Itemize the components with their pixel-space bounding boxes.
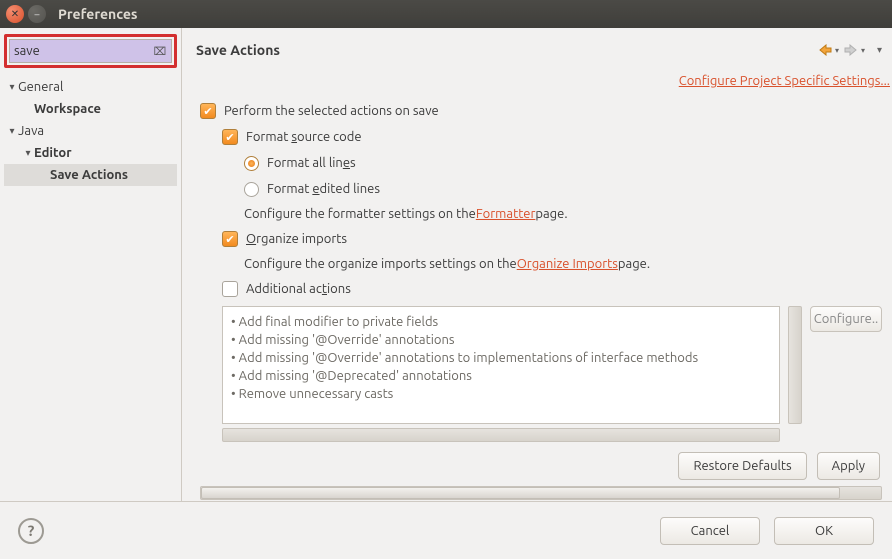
- filter-input[interactable]: [9, 39, 172, 63]
- tree-item-save-actions[interactable]: Save Actions: [4, 164, 177, 186]
- additional-actions-checkbox-row[interactable]: Additional actions: [200, 276, 882, 302]
- search-highlight-box: ⌧: [4, 34, 177, 68]
- ok-button[interactable]: OK: [774, 517, 874, 545]
- organize-hint: Configure the organize imports settings …: [200, 252, 882, 276]
- radio-checked-icon[interactable]: [244, 156, 259, 171]
- window-titlebar: ✕ – Preferences: [0, 0, 892, 28]
- formatter-link[interactable]: Formatter: [476, 207, 536, 221]
- search-container: ⌧: [9, 39, 172, 63]
- organize-imports-label: Organize imports: [246, 232, 347, 246]
- format-edited-lines-label: Format edited lines: [267, 182, 380, 196]
- tree-item-general[interactable]: ▾ General: [4, 76, 177, 98]
- view-menu-icon[interactable]: ▾: [877, 44, 882, 56]
- content-pane: Save Actions ▾ ▾ ▾ Configure Project Spe…: [182, 28, 892, 501]
- list-item: Add final modifier to private fields: [231, 313, 771, 331]
- radio-unchecked-icon[interactable]: [244, 182, 259, 197]
- checkbox-checked-icon[interactable]: [200, 103, 216, 119]
- horizontal-scrollbar[interactable]: [222, 428, 780, 442]
- save-actions-form: Perform the selected actions on save For…: [196, 94, 892, 500]
- format-source-checkbox-row[interactable]: Format source code: [200, 124, 882, 150]
- format-edited-lines-radio-row[interactable]: Format edited lines: [200, 176, 882, 202]
- page-title: Save Actions: [196, 42, 280, 58]
- list-item: Remove unnecessary casts: [231, 385, 771, 403]
- twisty-down-icon: ▾: [6, 125, 18, 137]
- configure-project-specific-link[interactable]: Configure Project Specific Settings...: [679, 74, 890, 88]
- preferences-tree: ▾ General Workspace ▾ Java ▾ Editor Save…: [4, 76, 177, 495]
- dialog-footer: ? Cancel OK: [0, 501, 892, 559]
- perform-on-save-checkbox-row[interactable]: Perform the selected actions on save: [200, 98, 882, 124]
- scrollbar-thumb[interactable]: [201, 487, 840, 499]
- nav-forward-menu-icon[interactable]: ▾: [861, 46, 865, 55]
- tree-item-editor[interactable]: ▾ Editor: [4, 142, 177, 164]
- organize-imports-checkbox-row[interactable]: Organize imports: [200, 226, 882, 252]
- clear-search-icon[interactable]: ⌧: [152, 43, 168, 59]
- window-minimize-button[interactable]: –: [28, 5, 46, 23]
- organize-imports-link[interactable]: Organize Imports: [517, 257, 618, 271]
- sidebar: ⌧ ▾ General Workspace ▾ Java ▾ Editor: [0, 28, 182, 501]
- checkbox-unchecked-icon[interactable]: [222, 281, 238, 297]
- nav-toolbar: ▾ ▾ ▾: [817, 42, 882, 58]
- nav-back-icon[interactable]: [817, 42, 833, 58]
- cancel-button[interactable]: Cancel: [660, 517, 760, 545]
- restore-defaults-button[interactable]: Restore Defaults: [678, 452, 806, 480]
- twisty-down-icon: ▾: [22, 147, 34, 159]
- tree-item-workspace[interactable]: Workspace: [4, 98, 177, 120]
- window-close-button[interactable]: ✕: [6, 5, 24, 23]
- additional-actions-list: Add final modifier to private fields Add…: [222, 306, 780, 424]
- format-source-label: Format source code: [246, 130, 362, 144]
- apply-button[interactable]: Apply: [817, 452, 880, 480]
- checkbox-checked-icon[interactable]: [222, 129, 238, 145]
- additional-actions-label: Additional actions: [246, 282, 351, 296]
- twisty-down-icon: ▾: [6, 81, 18, 93]
- format-all-lines-label: Format all lines: [267, 156, 356, 170]
- window-title: Preferences: [58, 6, 138, 22]
- nav-back-menu-icon[interactable]: ▾: [835, 46, 839, 55]
- list-item: Add missing '@Override' annotations to i…: [231, 349, 771, 367]
- format-all-lines-radio-row[interactable]: Format all lines: [200, 150, 882, 176]
- help-icon[interactable]: ?: [18, 518, 44, 544]
- list-item: Add missing '@Override' annotations: [231, 331, 771, 349]
- perform-on-save-label: Perform the selected actions on save: [224, 104, 439, 118]
- list-item: Add missing '@Deprecated' annotations: [231, 367, 771, 385]
- vertical-scrollbar[interactable]: [788, 306, 802, 424]
- configure-actions-button[interactable]: Configure..: [810, 306, 882, 332]
- content-horizontal-scrollbar[interactable]: [200, 486, 882, 500]
- formatter-hint: Configure the formatter settings on the …: [200, 202, 882, 226]
- checkbox-checked-icon[interactable]: [222, 231, 238, 247]
- nav-forward-icon[interactable]: [843, 42, 859, 58]
- tree-item-java[interactable]: ▾ Java: [4, 120, 177, 142]
